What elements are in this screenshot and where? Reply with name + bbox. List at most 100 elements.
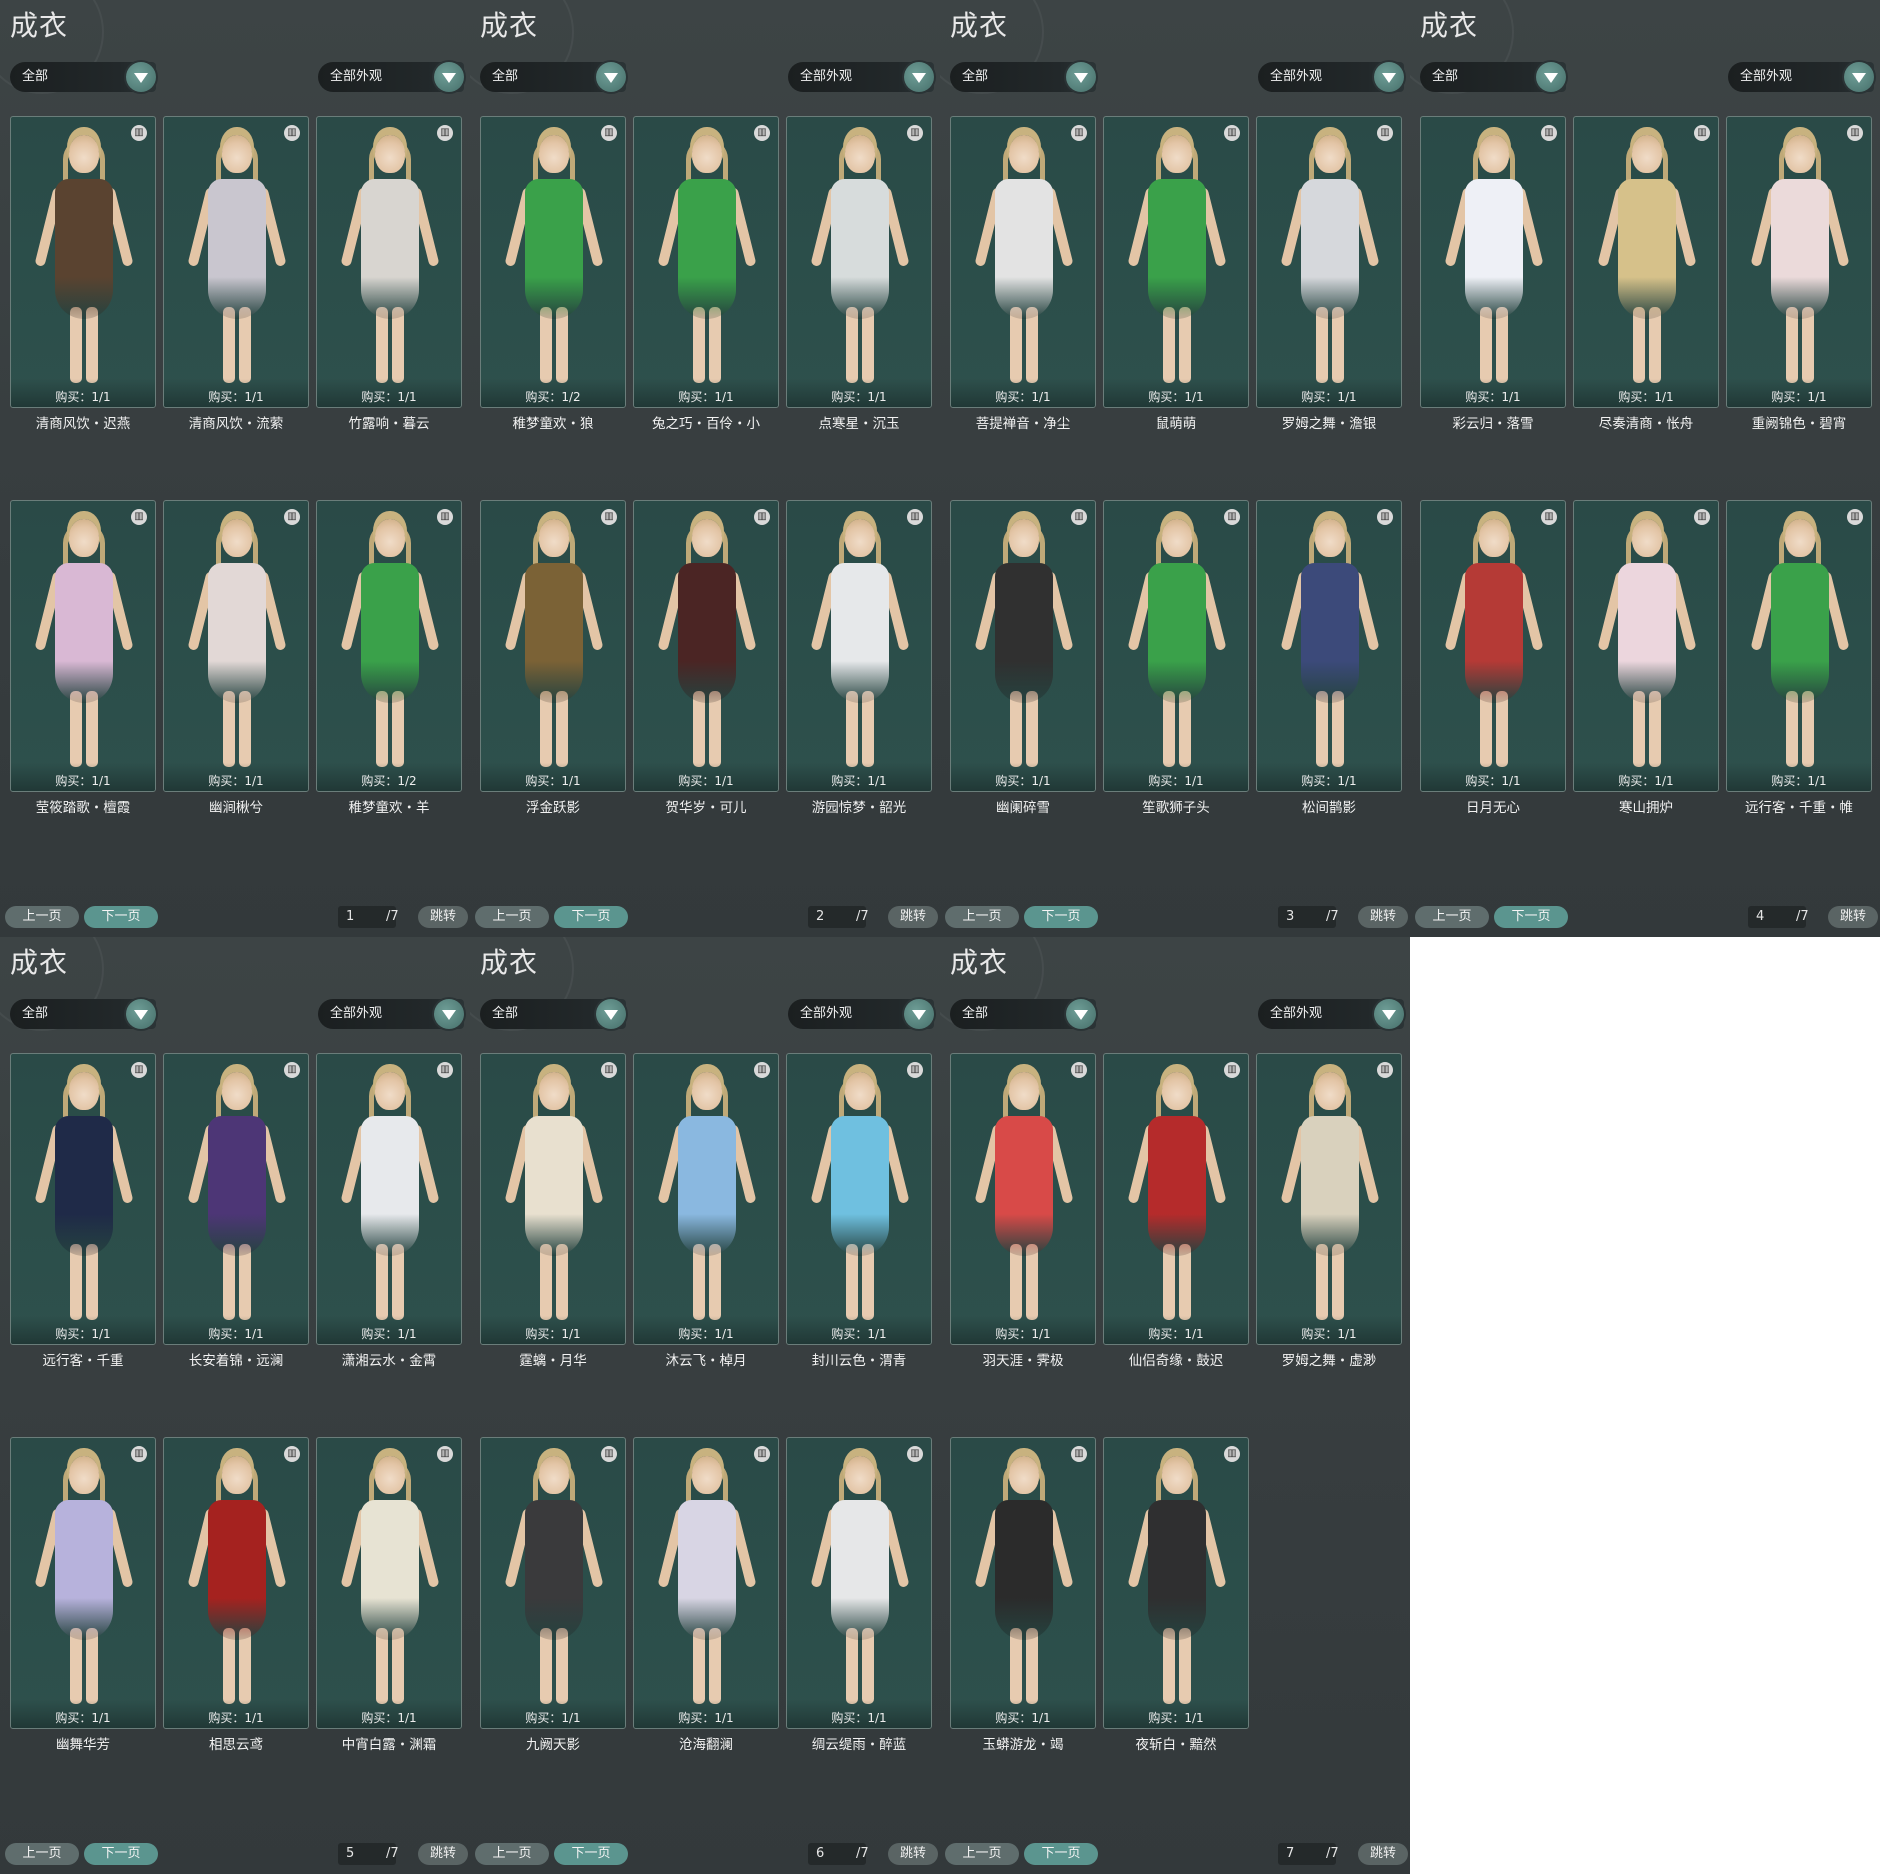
trash-icon[interactable]: ▥ xyxy=(907,1062,923,1078)
prev-page-button[interactable]: 上一页 xyxy=(5,906,79,928)
trash-icon[interactable]: ▥ xyxy=(907,509,923,525)
category-dropdown[interactable]: 全部 xyxy=(10,999,156,1029)
trash-icon[interactable]: ▥ xyxy=(131,509,147,525)
outfit-card[interactable]: ▥ 购买：1/1 xyxy=(1726,116,1872,408)
trash-icon[interactable]: ▥ xyxy=(601,509,617,525)
next-page-button[interactable]: 下一页 xyxy=(1024,1843,1098,1865)
category-dropdown[interactable]: 全部 xyxy=(950,999,1096,1029)
trash-icon[interactable]: ▥ xyxy=(1071,509,1087,525)
outfit-card[interactable]: ▥ 购买：1/1 xyxy=(950,1053,1096,1345)
trash-icon[interactable]: ▥ xyxy=(754,1446,770,1462)
trash-icon[interactable]: ▥ xyxy=(1224,1062,1240,1078)
trash-icon[interactable]: ▥ xyxy=(1377,1062,1393,1078)
chevron-down-icon[interactable] xyxy=(904,999,934,1029)
outfit-card[interactable]: ▥ 购买：1/1 xyxy=(1573,116,1719,408)
prev-page-button[interactable]: 上一页 xyxy=(475,906,549,928)
category-dropdown[interactable]: 全部 xyxy=(480,999,626,1029)
prev-page-button[interactable]: 上一页 xyxy=(1415,906,1489,928)
trash-icon[interactable]: ▥ xyxy=(1847,509,1863,525)
appearance-dropdown[interactable]: 全部外观 xyxy=(318,62,464,92)
outfit-card[interactable]: ▥ 购买：1/1 xyxy=(950,116,1096,408)
jump-button[interactable]: 跳转 xyxy=(1828,906,1878,928)
outfit-card[interactable]: ▥ 购买：1/1 xyxy=(1573,500,1719,792)
outfit-card[interactable]: ▥ 购买：1/1 xyxy=(1103,116,1249,408)
trash-icon[interactable]: ▥ xyxy=(907,125,923,141)
appearance-dropdown[interactable]: 全部外观 xyxy=(1258,62,1404,92)
next-page-button[interactable]: 下一页 xyxy=(554,1843,628,1865)
trash-icon[interactable]: ▥ xyxy=(284,1446,300,1462)
trash-icon[interactable]: ▥ xyxy=(1377,125,1393,141)
chevron-down-icon[interactable] xyxy=(434,999,464,1029)
outfit-card[interactable]: ▥ 购买：1/2 xyxy=(316,500,462,792)
outfit-card[interactable]: ▥ 购买：1/1 xyxy=(10,116,156,408)
category-dropdown[interactable]: 全部 xyxy=(1420,62,1566,92)
trash-icon[interactable]: ▥ xyxy=(1071,1446,1087,1462)
outfit-card[interactable]: ▥ 购买：1/2 xyxy=(480,116,626,408)
outfit-card[interactable]: ▥ 购买：1/1 xyxy=(950,1437,1096,1729)
prev-page-button[interactable]: 上一页 xyxy=(945,1843,1019,1865)
jump-button[interactable]: 跳转 xyxy=(1358,906,1408,928)
outfit-card[interactable]: ▥ 购买：1/1 xyxy=(633,500,779,792)
page-number-input[interactable]: 3/7 xyxy=(1278,906,1339,928)
trash-icon[interactable]: ▥ xyxy=(1224,125,1240,141)
trash-icon[interactable]: ▥ xyxy=(131,1062,147,1078)
chevron-down-icon[interactable] xyxy=(1844,62,1874,92)
outfit-card[interactable]: ▥ 购买：1/1 xyxy=(163,116,309,408)
outfit-card[interactable]: ▥ 购买：1/1 xyxy=(786,116,932,408)
trash-icon[interactable]: ▥ xyxy=(437,509,453,525)
outfit-card[interactable]: ▥ 购买：1/1 xyxy=(1103,500,1249,792)
appearance-dropdown[interactable]: 全部外观 xyxy=(788,62,934,92)
page-number-input[interactable]: 6/7 xyxy=(808,1843,869,1865)
next-page-button[interactable]: 下一页 xyxy=(1494,906,1568,928)
category-dropdown[interactable]: 全部 xyxy=(10,62,156,92)
category-dropdown[interactable]: 全部 xyxy=(950,62,1096,92)
next-page-button[interactable]: 下一页 xyxy=(1024,906,1098,928)
trash-icon[interactable]: ▥ xyxy=(437,1062,453,1078)
outfit-card[interactable]: ▥ 购买：1/1 xyxy=(633,116,779,408)
outfit-card[interactable]: ▥ 购买：1/1 xyxy=(316,1053,462,1345)
trash-icon[interactable]: ▥ xyxy=(1377,509,1393,525)
jump-button[interactable]: 跳转 xyxy=(888,1843,938,1865)
appearance-dropdown[interactable]: 全部外观 xyxy=(1258,999,1404,1029)
trash-icon[interactable]: ▥ xyxy=(754,509,770,525)
page-number-input[interactable]: 7/7 xyxy=(1278,1843,1339,1865)
chevron-down-icon[interactable] xyxy=(126,999,156,1029)
chevron-down-icon[interactable] xyxy=(1374,999,1404,1029)
outfit-card[interactable]: ▥ 购买：1/1 xyxy=(633,1437,779,1729)
trash-icon[interactable]: ▥ xyxy=(1541,509,1557,525)
trash-icon[interactable]: ▥ xyxy=(1694,125,1710,141)
outfit-card[interactable]: ▥ 购买：1/1 xyxy=(10,500,156,792)
outfit-card[interactable]: ▥ 购买：1/1 xyxy=(480,1053,626,1345)
trash-icon[interactable]: ▥ xyxy=(1071,1062,1087,1078)
trash-icon[interactable]: ▥ xyxy=(284,125,300,141)
prev-page-button[interactable]: 上一页 xyxy=(5,1843,79,1865)
outfit-card[interactable]: ▥ 购买：1/1 xyxy=(1256,116,1402,408)
chevron-down-icon[interactable] xyxy=(596,999,626,1029)
trash-icon[interactable]: ▥ xyxy=(1224,509,1240,525)
outfit-card[interactable]: ▥ 购买：1/1 xyxy=(1726,500,1872,792)
trash-icon[interactable]: ▥ xyxy=(601,1446,617,1462)
trash-icon[interactable]: ▥ xyxy=(284,1062,300,1078)
trash-icon[interactable]: ▥ xyxy=(907,1446,923,1462)
category-dropdown[interactable]: 全部 xyxy=(480,62,626,92)
outfit-card[interactable]: ▥ 购买：1/1 xyxy=(10,1437,156,1729)
outfit-card[interactable]: ▥ 购买：1/1 xyxy=(1420,116,1566,408)
outfit-card[interactable]: ▥ 购买：1/1 xyxy=(1256,1053,1402,1345)
outfit-card[interactable]: ▥ 购买：1/1 xyxy=(633,1053,779,1345)
next-page-button[interactable]: 下一页 xyxy=(84,1843,158,1865)
outfit-card[interactable]: ▥ 购买：1/1 xyxy=(1103,1437,1249,1729)
outfit-card[interactable]: ▥ 购买：1/1 xyxy=(163,1053,309,1345)
chevron-down-icon[interactable] xyxy=(434,62,464,92)
outfit-card[interactable]: ▥ 购买：1/1 xyxy=(950,500,1096,792)
jump-button[interactable]: 跳转 xyxy=(888,906,938,928)
page-number-input[interactable]: 1/7 xyxy=(338,906,399,928)
chevron-down-icon[interactable] xyxy=(1374,62,1404,92)
trash-icon[interactable]: ▥ xyxy=(601,125,617,141)
chevron-down-icon[interactable] xyxy=(904,62,934,92)
outfit-card[interactable]: ▥ 购买：1/1 xyxy=(316,1437,462,1729)
outfit-card[interactable]: ▥ 购买：1/1 xyxy=(786,1437,932,1729)
outfit-card[interactable]: ▥ 购买：1/1 xyxy=(1256,500,1402,792)
outfit-card[interactable]: ▥ 购买：1/1 xyxy=(1420,500,1566,792)
page-number-input[interactable]: 2/7 xyxy=(808,906,869,928)
chevron-down-icon[interactable] xyxy=(1066,62,1096,92)
